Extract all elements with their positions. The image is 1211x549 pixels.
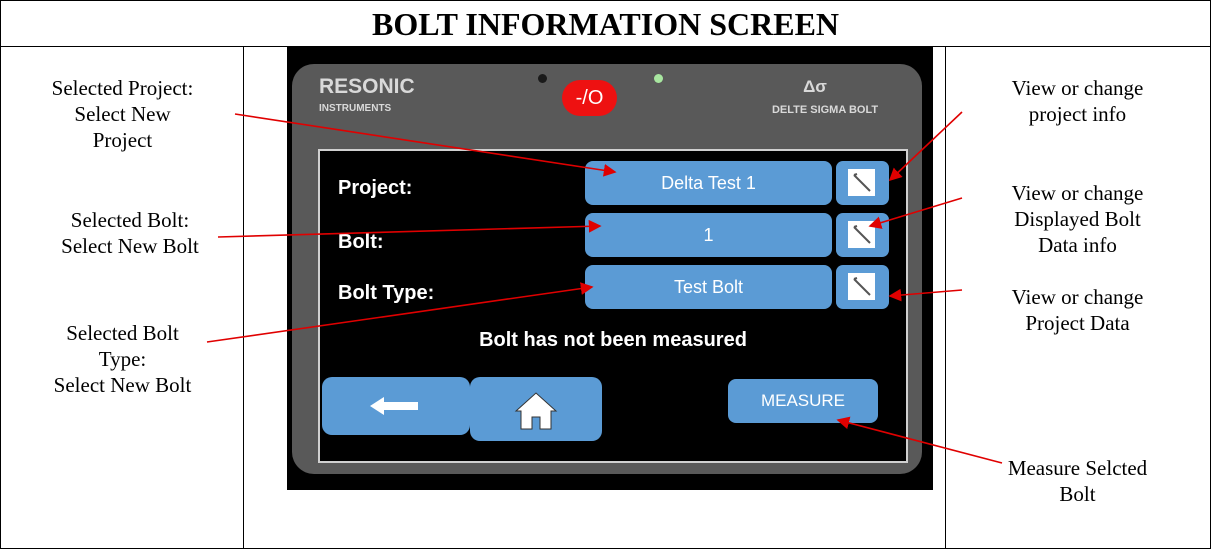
arrow-selected-project bbox=[234, 113, 617, 177]
arrow-project-data bbox=[888, 288, 963, 302]
annotation-arrows bbox=[206, 111, 1003, 464]
arrow-measure bbox=[836, 416, 1003, 464]
arrow-project-info bbox=[888, 111, 963, 182]
arrow-selected-bolt bbox=[217, 219, 602, 238]
arrow-selected-bolt-type bbox=[206, 282, 594, 343]
arrow-bolt-data-info bbox=[868, 197, 963, 229]
